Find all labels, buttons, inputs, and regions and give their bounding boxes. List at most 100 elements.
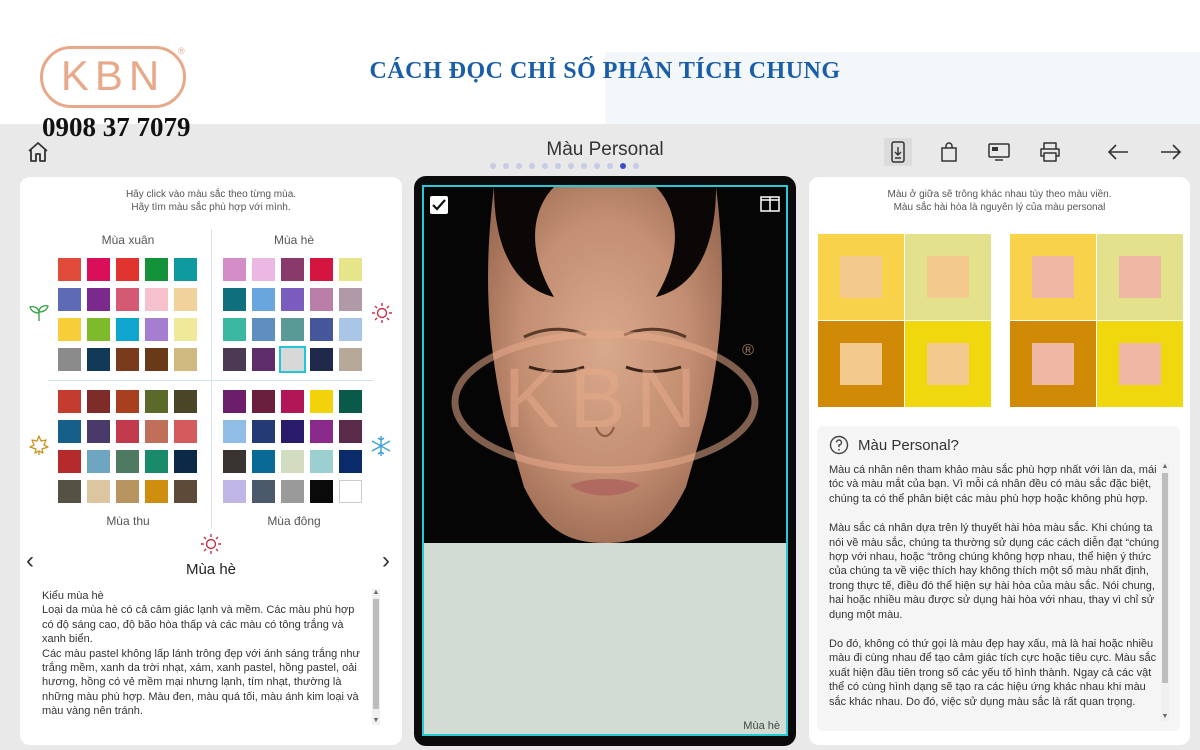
summer-color-swatch[interactable] [310,348,333,371]
checkbox-checked-icon[interactable] [430,196,448,214]
spring-color-swatch[interactable] [145,288,168,311]
shopping-bag-icon[interactable] [935,138,963,166]
winter-color-swatch[interactable] [310,420,333,443]
page-dot[interactable] [633,163,639,169]
autumn-color-swatch[interactable] [174,420,197,443]
autumn-color-swatch[interactable] [116,390,139,413]
autumn-color-swatch[interactable] [174,390,197,413]
summer-color-swatch[interactable] [310,318,333,341]
spring-color-swatch[interactable] [87,258,110,281]
autumn-color-swatch[interactable] [145,390,168,413]
winter-color-swatch[interactable] [223,480,246,503]
spring-color-swatch[interactable] [58,288,81,311]
autumn-color-swatch[interactable] [58,450,81,473]
summer-color-swatch[interactable] [223,288,246,311]
autumn-color-swatch[interactable] [58,480,81,503]
mobile-download-icon[interactable] [884,138,912,166]
page-dot[interactable] [594,163,600,169]
scroll-up-icon[interactable]: ▲ [1161,463,1169,471]
summer-color-swatch[interactable] [339,258,362,281]
spring-color-swatch[interactable] [145,258,168,281]
page-dot[interactable] [607,163,613,169]
autumn-color-swatch[interactable] [116,450,139,473]
scroll-up-icon[interactable]: ▲ [372,589,380,597]
summer-color-swatch[interactable] [339,318,362,341]
spring-color-swatch[interactable] [87,288,110,311]
split-view-icon[interactable] [760,196,780,212]
page-dot[interactable] [516,163,522,169]
summer-color-swatch[interactable] [281,318,304,341]
winter-color-swatch[interactable] [252,480,275,503]
summer-color-swatch[interactable] [252,348,275,371]
spring-color-swatch[interactable] [58,348,81,371]
spring-color-swatch[interactable] [116,288,139,311]
spring-color-swatch[interactable] [116,318,139,341]
summer-color-swatch[interactable] [252,258,275,281]
arrow-right-icon[interactable] [1157,138,1185,166]
spring-color-swatch[interactable] [174,348,197,371]
spring-color-swatch[interactable] [174,318,197,341]
winter-color-swatch[interactable] [281,390,304,413]
page-dot[interactable] [503,163,509,169]
page-dot[interactable] [620,163,626,169]
page-dot[interactable] [568,163,574,169]
autumn-color-swatch[interactable] [87,480,110,503]
page-dot[interactable] [581,163,587,169]
winter-color-swatch[interactable] [281,450,304,473]
winter-color-swatch[interactable] [339,480,362,503]
winter-color-swatch[interactable] [252,420,275,443]
description-scrollbar[interactable]: ▲ ▼ [372,589,380,725]
spring-color-swatch[interactable] [87,318,110,341]
winter-color-swatch[interactable] [223,390,246,413]
winter-color-swatch[interactable] [310,450,333,473]
autumn-color-swatch[interactable] [174,450,197,473]
winter-color-swatch[interactable] [223,450,246,473]
page-dot[interactable] [529,163,535,169]
autumn-color-swatch[interactable] [87,390,110,413]
autumn-color-swatch[interactable] [145,450,168,473]
scroll-thumb[interactable] [1162,473,1168,683]
spring-color-swatch[interactable] [87,348,110,371]
scroll-down-icon[interactable]: ▼ [1161,713,1169,721]
autumn-color-swatch[interactable] [87,420,110,443]
winter-color-swatch[interactable] [252,390,275,413]
spring-color-swatch[interactable] [174,258,197,281]
info-scrollbar[interactable]: ▲ ▼ [1161,463,1169,721]
autumn-color-swatch[interactable] [174,480,197,503]
page-dot[interactable] [555,163,561,169]
summer-color-swatch[interactable] [339,348,362,371]
winter-color-swatch[interactable] [310,390,333,413]
spring-color-swatch[interactable] [116,258,139,281]
summer-color-swatch[interactable] [223,258,246,281]
spring-color-swatch[interactable] [145,348,168,371]
autumn-color-swatch[interactable] [116,480,139,503]
summer-color-swatch[interactable] [252,318,275,341]
autumn-color-swatch[interactable] [58,390,81,413]
scroll-down-icon[interactable]: ▼ [372,717,380,725]
summer-color-swatch[interactable] [310,258,333,281]
winter-color-swatch[interactable] [339,450,362,473]
page-dot[interactable] [490,163,496,169]
autumn-color-swatch[interactable] [58,420,81,443]
summer-color-swatch[interactable] [223,348,246,371]
scroll-thumb[interactable] [373,599,379,709]
spring-color-swatch[interactable] [58,258,81,281]
autumn-color-swatch[interactable] [87,450,110,473]
autumn-color-swatch[interactable] [145,420,168,443]
page-dot[interactable] [542,163,548,169]
printer-icon[interactable] [1036,138,1064,166]
home-icon[interactable] [26,140,50,164]
monitor-icon[interactable] [985,138,1013,166]
summer-color-swatch[interactable] [252,288,275,311]
spring-color-swatch[interactable] [145,318,168,341]
winter-color-swatch[interactable] [281,420,304,443]
arrow-left-icon[interactable] [1104,138,1132,166]
summer-color-swatch[interactable] [223,318,246,341]
summer-color-swatch[interactable] [339,288,362,311]
winter-color-swatch[interactable] [339,390,362,413]
spring-color-swatch[interactable] [174,288,197,311]
autumn-color-swatch[interactable] [116,420,139,443]
summer-color-swatch[interactable] [310,288,333,311]
winter-color-swatch[interactable] [252,450,275,473]
summer-color-swatch[interactable] [279,346,306,373]
